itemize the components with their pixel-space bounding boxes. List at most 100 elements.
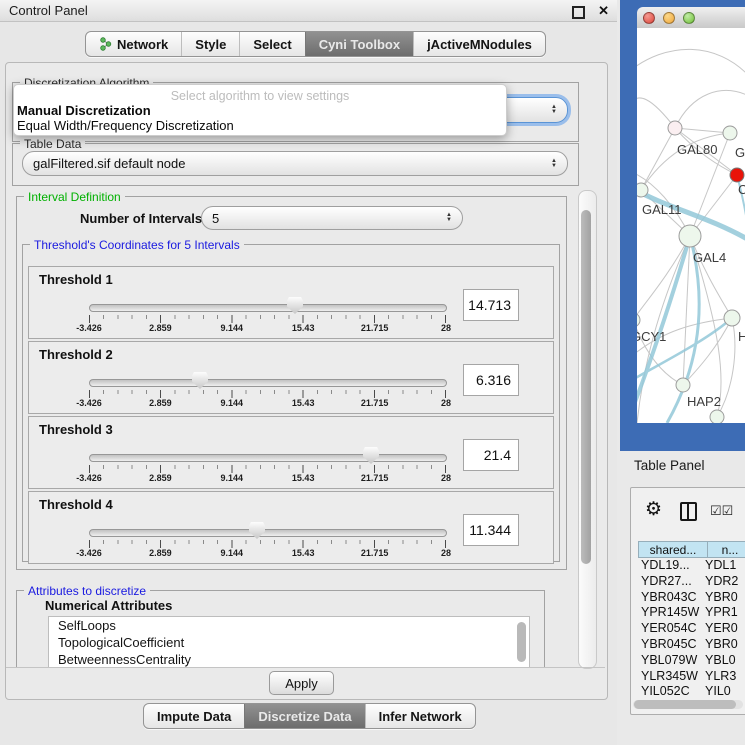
panel-scrollbar-thumb[interactable] — [581, 210, 591, 564]
network-view-window: GAL80 G C GAL11 GAL4 GCY1 H HAP2 — [637, 7, 745, 423]
gear-icon[interactable]: ⚙ — [645, 498, 662, 521]
list-scrollbar-thumb[interactable] — [517, 622, 526, 662]
tab-jactivemnodules[interactable]: jActiveMNodules — [413, 32, 545, 56]
network-canvas[interactable]: GAL80 G C GAL11 GAL4 GCY1 H HAP2 — [637, 28, 745, 423]
node-gal4[interactable] — [679, 225, 701, 247]
tab-infer-network[interactable]: Infer Network — [365, 704, 475, 728]
table-row[interactable]: YPR145WYPR1 — [638, 605, 745, 621]
tab-cyni-toolbox-label: Cyni Toolbox — [319, 37, 400, 52]
right-region: GAL80 G C GAL11 GAL4 GCY1 H HAP2 Table P… — [617, 0, 745, 745]
tick-label: 21.715 — [361, 473, 389, 483]
cell: YIL052C — [638, 684, 702, 700]
checkbox-icons[interactable]: ☑☑ — [710, 503, 733, 519]
control-panel-title: Control Panel — [9, 3, 88, 18]
list-item[interactable]: TopologicalCoefficient — [49, 634, 529, 651]
node-hap2[interactable] — [676, 378, 690, 392]
column-header-shared-name[interactable]: shared... — [638, 541, 708, 558]
numerical-attributes-list[interactable]: SelfLoops TopologicalCoefficient Between… — [48, 616, 530, 668]
close-icon[interactable]: ✕ — [598, 3, 609, 19]
table-horizontal-scrollbar[interactable] — [633, 700, 743, 709]
node-label-h: H — [738, 329, 745, 344]
threshold-4-value-field[interactable]: 11.344 — [463, 514, 519, 546]
node-label-gcy1: GCY1 — [637, 329, 666, 344]
node-label-c: C — [738, 182, 745, 197]
node-gcy1[interactable] — [637, 313, 640, 327]
threshold-3-label: Threshold 3 — [39, 422, 113, 437]
tab-style[interactable]: Style — [181, 32, 239, 56]
threshold-2-panel: Threshold 2 -3.426 2.859 9.144 15.43 21.… — [28, 341, 554, 414]
slider-major-ticks — [89, 465, 447, 473]
network-graph: GAL80 G C GAL11 GAL4 GCY1 H HAP2 — [637, 28, 745, 423]
attributes-group-title: Attributes to discretize — [24, 584, 150, 598]
cell: YPR1 — [702, 605, 745, 621]
node-red-selected[interactable] — [730, 168, 744, 182]
table-row[interactable]: YDR27...YDR2 — [638, 574, 745, 590]
cell: YDL19... — [638, 558, 702, 574]
tick-label: 2.859 — [149, 323, 172, 333]
tab-style-label: Style — [195, 37, 226, 52]
threshold-3-value-field[interactable]: 21.4 — [463, 439, 519, 471]
threshold-4-slider-track[interactable] — [89, 529, 447, 537]
threshold-1-slider-track[interactable] — [89, 304, 447, 312]
table-data-combobox[interactable]: galFiltered.sif default node ▲▼ — [22, 151, 568, 176]
float-window-icon[interactable] — [572, 6, 585, 19]
tick-label: 21.715 — [361, 323, 389, 333]
split-table-icon[interactable] — [680, 502, 697, 521]
control-panel-titlebar: Control Panel ✕ — [0, 0, 617, 22]
tab-discretize-data[interactable]: Discretize Data — [244, 704, 364, 728]
table-row[interactable]: YDL19...YDL1 — [638, 558, 745, 574]
table-row[interactable]: YBL079WYBL0 — [638, 653, 745, 669]
table-horizontal-scrollbar-thumb[interactable] — [634, 700, 736, 709]
option-equal-width-frequency[interactable]: Equal Width/Frequency Discretization — [17, 118, 234, 133]
interval-definition-group-title: Interval Definition — [24, 190, 125, 204]
node-bottom[interactable] — [710, 410, 724, 423]
threshold-2-label: Threshold 2 — [39, 347, 113, 362]
close-traffic-light-icon[interactable] — [643, 12, 655, 24]
option-manual-discretization[interactable]: Manual Discretization — [17, 103, 151, 118]
cell: YDR27... — [638, 574, 702, 590]
tab-impute-data[interactable]: Impute Data — [144, 704, 244, 728]
list-item[interactable]: BetweennessCentrality — [49, 651, 529, 668]
threshold-2-slider-track[interactable] — [89, 379, 447, 387]
screen: { "control_panel": { "title": "Control P… — [0, 0, 745, 745]
node-h[interactable] — [724, 310, 740, 326]
minimize-traffic-light-icon[interactable] — [663, 12, 675, 24]
threshold-1-value-field[interactable]: 14.713 — [463, 289, 519, 321]
node-label-g: G — [735, 145, 745, 160]
node-gal80[interactable] — [668, 121, 682, 135]
tick-label: 28 — [441, 473, 451, 483]
numerical-attributes-label: Numerical Attributes — [45, 598, 172, 613]
table-row[interactable]: YBR045CYBR0 — [638, 637, 745, 653]
tab-select[interactable]: Select — [239, 32, 304, 56]
tick-label: 15.43 — [292, 473, 315, 483]
list-item[interactable]: SelfLoops — [49, 617, 529, 634]
threshold-2-value-field[interactable]: 6.316 — [463, 364, 519, 396]
tab-network[interactable]: Network — [86, 32, 181, 56]
number-of-intervals-combobox[interactable]: 5 ▲▼ — [201, 206, 463, 230]
tick-label: 15.43 — [292, 323, 315, 333]
algorithm-dropdown-popup: Select algorithm to view settings Manual… — [13, 84, 507, 136]
apply-button[interactable]: Apply — [269, 671, 334, 695]
table-data-group-title: Table Data — [20, 137, 85, 151]
number-of-intervals-value: 5 — [212, 211, 219, 226]
cell: YER054C — [638, 621, 702, 637]
tick-label: 9.144 — [221, 548, 244, 558]
table-row[interactable]: YIL052CYIL0 — [638, 684, 745, 700]
tab-select-label: Select — [253, 37, 291, 52]
tick-label: 15.43 — [292, 548, 315, 558]
column-header-name[interactable]: n... — [708, 541, 745, 558]
tick-label: 15.43 — [292, 398, 315, 408]
node-g[interactable] — [723, 126, 737, 140]
tab-cyni-toolbox[interactable]: Cyni Toolbox — [305, 32, 413, 56]
table-row[interactable]: YER054CYER0 — [638, 621, 745, 637]
tick-label: 2.859 — [149, 473, 172, 483]
slider-tick-labels: -3.426 2.859 9.144 15.43 21.715 28 — [89, 323, 446, 333]
thresholds-group-title: Threshold's Coordinates for 5 Intervals — [30, 238, 244, 252]
node-gal11[interactable] — [637, 183, 648, 197]
panel-scrollbar[interactable] — [578, 190, 597, 669]
threshold-3-slider-track[interactable] — [89, 454, 447, 462]
table-row[interactable]: YBR043CYBR0 — [638, 590, 745, 606]
cell: YBL079W — [638, 653, 702, 669]
table-row[interactable]: YLR345WYLR3 — [638, 669, 745, 685]
zoom-traffic-light-icon[interactable] — [683, 12, 695, 24]
